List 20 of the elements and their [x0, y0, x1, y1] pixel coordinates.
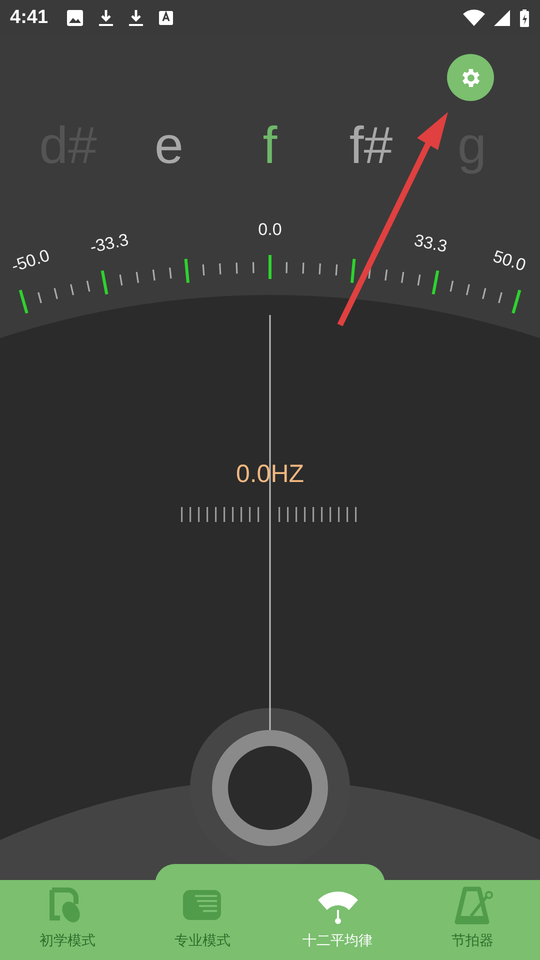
- nav-tab[interactable]: 节拍器: [405, 880, 540, 960]
- scale-label: 50.0: [490, 246, 528, 275]
- image-icon: [66, 9, 84, 27]
- nav-tab[interactable]: 专业模式: [135, 880, 270, 960]
- download-icon: [98, 9, 114, 27]
- scale-label: -50.0: [9, 246, 52, 276]
- text-box-icon: [158, 9, 174, 27]
- status-time: 4:41: [10, 7, 48, 29]
- signal-icon: [493, 9, 511, 27]
- battery-icon: [519, 9, 530, 27]
- note-name: f#: [348, 116, 394, 177]
- nav-tab[interactable]: 初学模式: [0, 880, 135, 960]
- scale-label: -33.3: [88, 230, 130, 257]
- scale-label: 0.0: [258, 220, 282, 239]
- scale-label: 33.3: [412, 230, 449, 256]
- download-icon: [128, 9, 144, 27]
- note-name: e: [154, 116, 184, 177]
- wifi-icon: [463, 9, 485, 27]
- note-name: f: [262, 116, 278, 177]
- nav-tab[interactable]: 十二平均律: [270, 880, 405, 960]
